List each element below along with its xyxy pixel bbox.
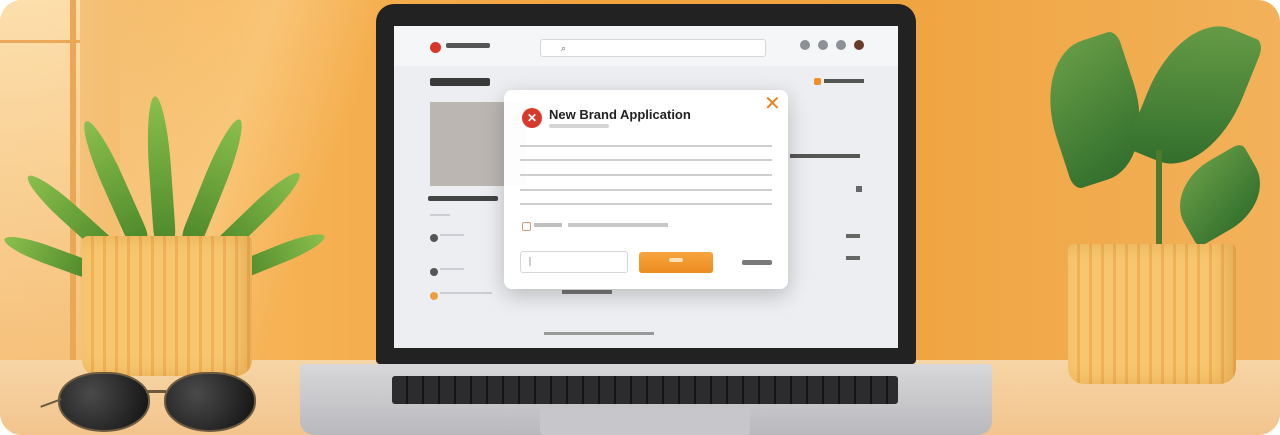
dialog-title: New Brand Application [549,107,691,122]
status-badge [814,78,821,85]
text-input[interactable] [520,251,628,273]
right-planter [1068,244,1236,384]
section-title [428,196,498,201]
checkbox-note [568,223,668,227]
checkbox-label [534,223,562,227]
page-title [430,78,490,86]
list-item-icon [430,234,438,242]
settings-icon[interactable] [836,40,846,50]
avatar[interactable] [854,40,864,50]
brand-logo-icon [430,42,441,53]
form-line[interactable] [520,159,772,161]
notification-icon[interactable] [800,40,810,50]
chevron-down-icon[interactable] [856,186,862,192]
submit-button[interactable] [639,252,713,273]
list-item[interactable] [440,268,464,270]
form-line[interactable] [520,189,772,191]
trackpad [540,408,750,435]
new-brand-dialog: ✕ New Brand Application ✕ [504,90,788,289]
agree-checkbox[interactable] [522,222,531,231]
brand-logo-icon: ✕ [522,108,542,128]
user-icon[interactable] [818,40,828,50]
form-line[interactable] [520,145,772,147]
dashboard-header: ⌕ [394,26,898,66]
search-icon: ⌕ [561,43,567,53]
dialog-subtitle [549,124,609,128]
close-icon[interactable]: ✕ [764,94,781,114]
search-input[interactable]: ⌕ [540,39,766,57]
list-item[interactable] [440,234,464,236]
form-line[interactable] [520,174,772,176]
secondary-link[interactable] [742,260,772,265]
list-item-icon [430,268,438,276]
list-item[interactable] [440,292,492,294]
photo-scene: ⌕ ✕ New Brand Application ✕ [0,0,1280,435]
keyboard [392,376,898,404]
brand-name-blur [446,43,490,48]
sunglasses [40,372,260,432]
form-line[interactable] [520,203,772,205]
left-planter [82,236,252,376]
list-item-icon [430,292,438,300]
